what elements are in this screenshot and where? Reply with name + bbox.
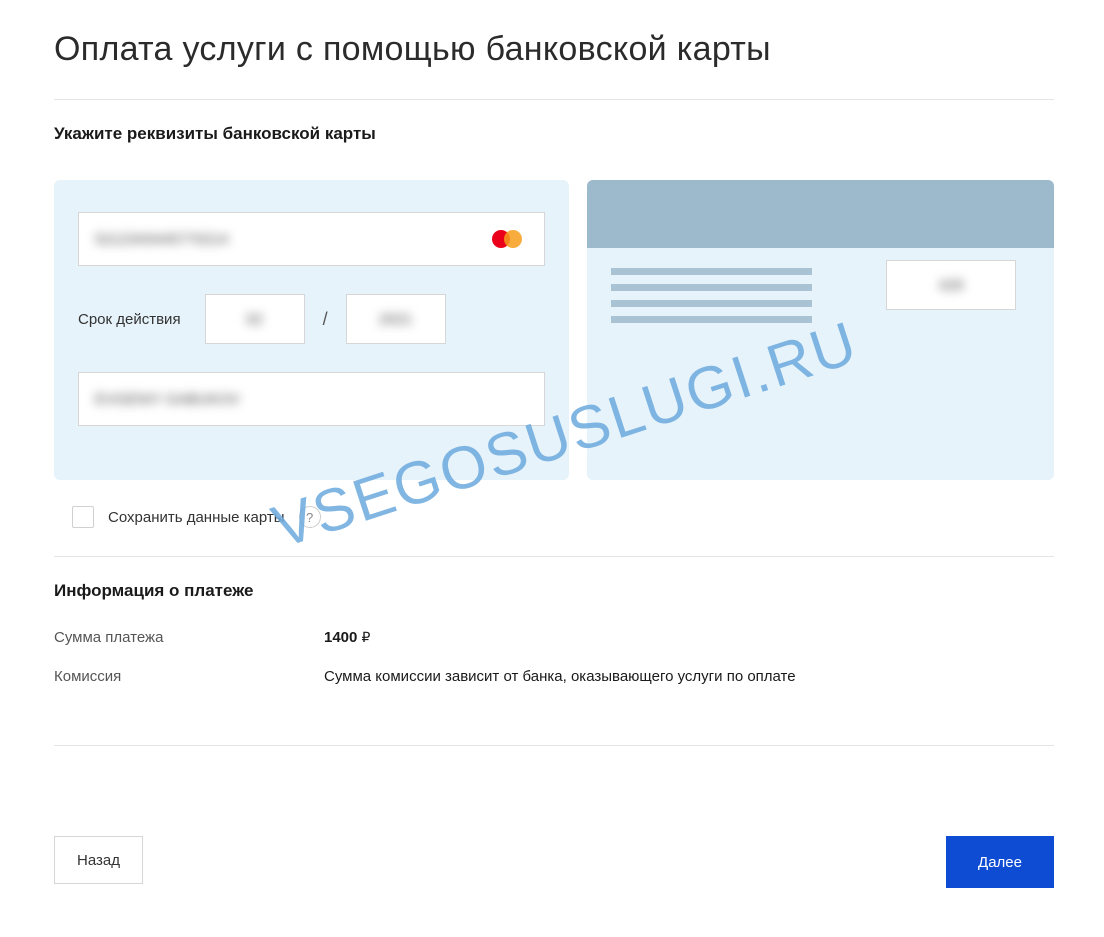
signature-line [611, 268, 812, 275]
payment-amount-row: Сумма платежа 1400 ₽ [54, 629, 1054, 646]
commission-row: Комиссия Сумма комиссии зависит от банка… [54, 668, 1054, 685]
help-icon[interactable]: ? [299, 506, 321, 528]
commission-value: Сумма комиссии зависит от банка, оказыва… [324, 668, 796, 685]
expiry-separator: / [323, 309, 328, 330]
card-back: 429 [587, 180, 1054, 480]
expiry-month-value: 02 [246, 311, 263, 328]
card-front: 5212343445770214 Срок действия 02 / 2021… [54, 180, 569, 480]
expiry-month-input[interactable]: 02 [205, 294, 305, 344]
cardholder-value: EVGENIY GABUKOV [95, 391, 240, 408]
payment-info-heading: Информация о платеже [54, 581, 1054, 601]
commission-label: Комиссия [54, 668, 324, 685]
card-panels: 5212343445770214 Срок действия 02 / 2021… [54, 180, 1054, 480]
nav-buttons: Назад Далее [54, 836, 1054, 888]
save-card-checkbox[interactable] [72, 506, 94, 528]
next-button[interactable]: Далее [946, 836, 1054, 888]
expiry-year-input[interactable]: 2021 [346, 294, 446, 344]
save-card-label: Сохранить данные карты [108, 509, 285, 526]
expiry-year-value: 2021 [379, 311, 412, 328]
magnetic-stripe [587, 180, 1054, 248]
card-details-heading: Укажите реквизиты банковской карты [54, 124, 1054, 144]
card-number-value: 5212343445770214 [95, 231, 228, 248]
expiry-label: Срок действия [78, 311, 181, 328]
save-card-row: Сохранить данные карты ? [72, 506, 1054, 528]
cvv-value: 429 [938, 277, 963, 294]
payment-amount-label: Сумма платежа [54, 629, 324, 646]
card-number-input[interactable]: 5212343445770214 [78, 212, 545, 266]
back-button[interactable]: Назад [54, 836, 143, 884]
expiry-row: Срок действия 02 / 2021 [78, 294, 545, 344]
payment-amount-value: 1400 ₽ [324, 629, 370, 646]
divider [54, 556, 1054, 557]
cardholder-input[interactable]: EVGENIY GABUKOV [78, 372, 545, 426]
signature-line [611, 300, 812, 307]
page-title: Оплата услуги с помощью банковской карты [54, 30, 1054, 69]
divider [54, 745, 1054, 746]
mastercard-icon [492, 228, 528, 250]
card-back-content: 429 [587, 248, 1054, 323]
signature-line [611, 284, 812, 291]
cvv-input[interactable]: 429 [886, 260, 1016, 310]
divider [54, 99, 1054, 100]
signature-line [611, 316, 812, 323]
ruble-icon: ₽ [362, 629, 371, 645]
